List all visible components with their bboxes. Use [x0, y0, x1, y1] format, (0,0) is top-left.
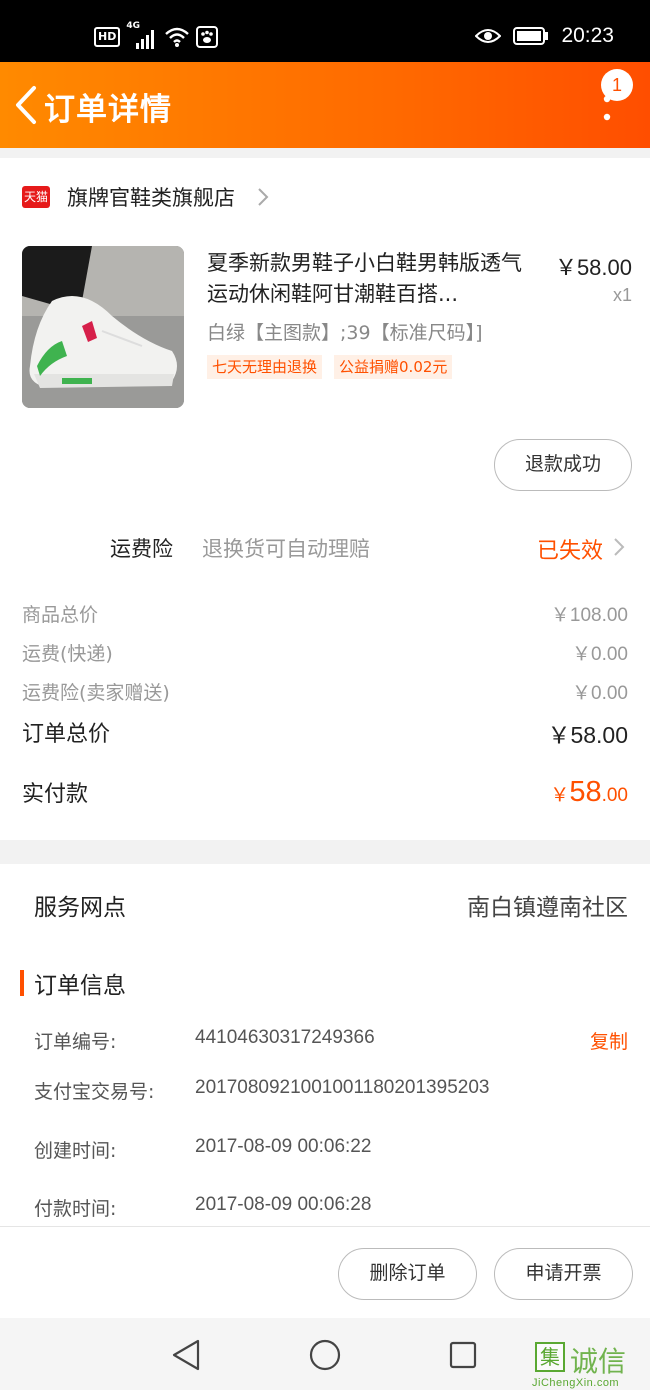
product-sku: 白绿【主图款】;39【标准尺码】] [207, 322, 483, 344]
refund-status-button[interactable]: 退款成功 [494, 439, 632, 491]
order-content[interactable]: 天猫 旗牌官鞋类旗舰店 夏季新款男鞋子小白鞋男韩版透气运动休闲鞋阿甘潮鞋百搭..… [0, 148, 650, 1226]
product-price: ￥58.00 [554, 255, 632, 280]
back-icon[interactable] [12, 84, 40, 126]
shipping-fee-label: 运费(快递) [22, 643, 113, 665]
site-watermark: 集 诚信 JiChengXin.com [530, 1340, 650, 1390]
shop-row[interactable]: 天猫 旗牌官鞋类旗舰店 [22, 182, 269, 212]
paid-integer: 58 [569, 776, 602, 808]
divider [0, 148, 650, 158]
product-image[interactable] [22, 246, 184, 408]
insurance-label: 运费险 [110, 537, 173, 561]
charity-tag: 公益捐赠0.02元 [334, 355, 453, 379]
watermark-url: JiChengXin.com [532, 1377, 620, 1389]
hd-icon: HD [94, 27, 121, 47]
goods-total-label: 商品总价 [22, 604, 99, 626]
chevron-right-icon [614, 538, 625, 556]
nav-recents-icon[interactable] [449, 1341, 477, 1369]
pawprint-icon [196, 26, 219, 48]
accent-bar [20, 970, 24, 996]
shipping-fee-value: ￥0.00 [572, 644, 628, 665]
created-time-value: 2017-08-09 00:06:22 [195, 1136, 372, 1157]
status-right: 20:23 [475, 24, 614, 48]
alipay-trade-label: 支付宝交易号: [34, 1081, 155, 1103]
tmall-icon: 天猫 [22, 186, 50, 208]
paid-amount-label: 实付款 [22, 782, 89, 807]
alipay-trade-value: 2017080921001001180201395203 [195, 1077, 490, 1098]
order-info-title: 订单信息 [34, 973, 126, 999]
paid-amount-value: ￥58.00 [550, 776, 628, 809]
wifi-icon [165, 27, 190, 47]
insurance-status: 已失效 [537, 539, 604, 564]
order-total-label: 订单总价 [22, 722, 111, 747]
delete-order-button[interactable]: 删除订单 [338, 1248, 477, 1300]
nav-back-icon[interactable] [170, 1338, 202, 1372]
sneaker-image [22, 246, 184, 408]
service-point-label: 服务网点 [34, 895, 126, 921]
status-bar: HD 4G 20:23 [0, 0, 650, 62]
battery-icon [513, 27, 549, 45]
order-total-value: ￥58.00 [547, 722, 628, 748]
chevron-right-icon [258, 188, 269, 206]
product-title[interactable]: 夏季新款男鞋子小白鞋男韩版透气运动休闲鞋阿甘潮鞋百搭... [207, 248, 542, 310]
payment-time-label: 付款时间: [34, 1198, 117, 1220]
copy-button[interactable]: 复制 [590, 1027, 628, 1054]
payment-time-value: 2017-08-09 00:06:28 [195, 1194, 372, 1215]
paid-decimal: .00 [601, 785, 628, 806]
status-left: HD 4G [94, 21, 219, 50]
insurance-fee-label: 运费险(卖家赠送) [22, 682, 170, 704]
watermark-text: 诚信 [570, 1345, 627, 1378]
return-policy-tag: 七天无理由退换 [207, 355, 323, 379]
app-header: 订单详情 1 [0, 62, 650, 148]
paid-currency: ￥ [550, 785, 570, 806]
product-quantity: x1 [612, 285, 632, 305]
divider [0, 840, 650, 864]
insurance-fee-value: ￥0.00 [572, 683, 628, 704]
goods-total-value: ￥108.00 [550, 605, 628, 626]
shipping-insurance-row[interactable]: 运费险 退换货可自动理赔 已失效 [0, 531, 650, 567]
signal-icon: 4G [126, 21, 158, 49]
shop-name[interactable]: 旗牌官鞋类旗舰店 [67, 182, 235, 212]
watermark-logo: 集 [535, 1342, 565, 1372]
product-item[interactable]: 夏季新款男鞋子小白鞋男韩版透气运动休闲鞋阿甘潮鞋百搭... ￥58.00 x1 … [22, 246, 632, 408]
service-point-value: 南白镇遵南社区 [467, 895, 628, 921]
order-number-value: 44104630317249366 [195, 1027, 375, 1048]
order-info-heading: 订单信息 [20, 966, 126, 1000]
request-invoice-button[interactable]: 申请开票 [494, 1248, 633, 1300]
order-action-bar: 删除订单 申请开票 [0, 1226, 650, 1318]
order-number-label: 订单编号: [34, 1031, 117, 1053]
eye-icon [475, 29, 502, 43]
nav-home-icon[interactable] [309, 1339, 341, 1371]
message-badge[interactable]: 1 [601, 69, 633, 101]
created-time-label: 创建时间: [34, 1140, 117, 1162]
insurance-desc: 退换货可自动理赔 [202, 537, 370, 561]
product-tags: 七天无理由退换 公益捐赠0.02元 [207, 355, 453, 379]
clock: 20:23 [561, 24, 614, 47]
page-title: 订单详情 [44, 92, 172, 128]
